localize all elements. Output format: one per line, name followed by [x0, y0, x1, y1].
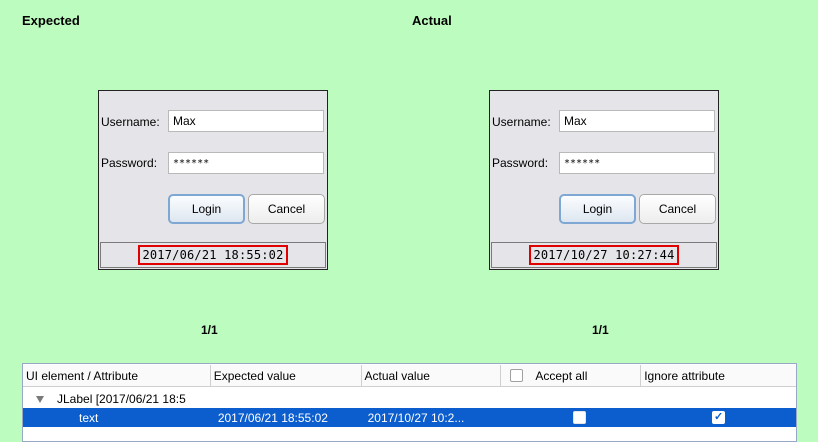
timestamp-label: 2017/10/27 10:27:44 [529, 245, 679, 265]
column-header-expected[interactable]: Expected value [211, 365, 362, 386]
actual-page-indicator: 1/1 [592, 323, 609, 337]
column-header-actual[interactable]: Actual value [362, 365, 502, 386]
expected-heading: Expected [22, 13, 80, 28]
accept-cell [501, 411, 641, 424]
column-header-ignore[interactable]: Ignore attribute [641, 365, 796, 386]
accept-all-label: Accept all [535, 368, 588, 383]
differences-table: UI element / Attribute Expected value Ac… [22, 363, 797, 442]
accept-checkbox[interactable] [572, 411, 586, 424]
expand-triangle-icon[interactable] [36, 395, 44, 403]
ignore-cell: ✓ [641, 411, 796, 424]
login-button[interactable]: Login [168, 194, 245, 224]
username-label: Username: [101, 115, 160, 129]
cancel-button[interactable]: Cancel [248, 194, 325, 224]
expected-login-window: Username: Max Password: ****** Login Can… [98, 90, 328, 270]
actual-value-cell: 2017/10/27 10:2... [367, 410, 465, 425]
timestamp-label: 2017/06/21 18:55:02 [138, 245, 288, 265]
column-header-accept-all: Accept all [501, 365, 642, 386]
attribute-cell: text [79, 410, 99, 425]
expected-value-cell: 2017/06/21 18:55:02 [217, 410, 328, 425]
username-field[interactable]: Max [168, 110, 324, 132]
password-field[interactable]: ****** [559, 152, 715, 174]
status-bar: 2017/06/21 18:55:02 [100, 242, 326, 268]
actual-login-window: Username: Max Password: ****** Login Can… [489, 90, 719, 270]
username-field[interactable]: Max [559, 110, 715, 132]
accept-all-checkbox[interactable] [510, 369, 524, 382]
password-label: Password: [492, 156, 549, 170]
tree-node-row[interactable]: JLabel [2017/06/21 18:5 [23, 389, 796, 409]
column-header-attribute[interactable]: UI element / Attribute [23, 365, 211, 386]
ignore-checkbox[interactable]: ✓ [712, 411, 726, 424]
actual-heading: Actual [412, 13, 452, 28]
tree-node-label: JLabel [2017/06/21 18:5 [57, 392, 186, 406]
status-bar: 2017/10/27 10:27:44 [491, 242, 717, 268]
username-label: Username: [492, 115, 551, 129]
table-header: UI element / Attribute Expected value Ac… [23, 365, 796, 387]
table-row[interactable]: text 2017/06/21 18:55:02 2017/10/27 10:2… [23, 408, 796, 427]
login-button[interactable]: Login [559, 194, 636, 224]
password-field[interactable]: ****** [168, 152, 324, 174]
password-label: Password: [101, 156, 158, 170]
cancel-button[interactable]: Cancel [639, 194, 716, 224]
expected-page-indicator: 1/1 [201, 323, 218, 337]
